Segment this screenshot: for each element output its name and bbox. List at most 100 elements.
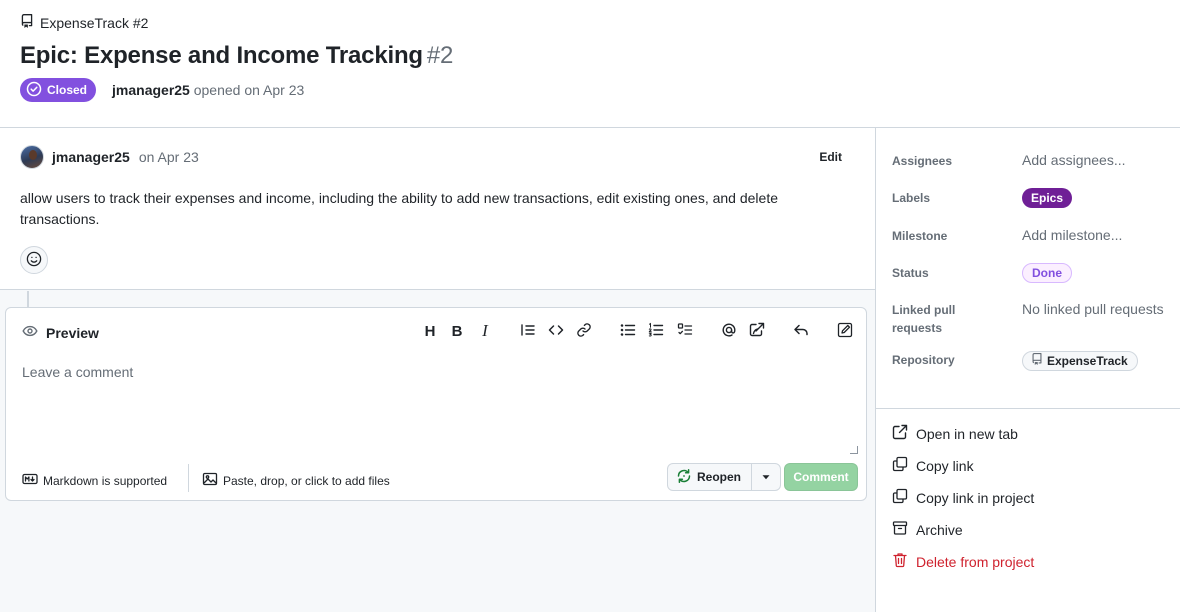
repo-breadcrumb[interactable]: ExpenseTrack #2	[20, 14, 148, 31]
numbered-list-icon	[648, 322, 664, 341]
cross-reference-icon	[749, 322, 765, 341]
attach-files-button[interactable]: Paste, drop, or click to add files	[202, 471, 390, 490]
open-in-new-tab-action[interactable]: Open in new tab	[892, 424, 1018, 443]
link-button[interactable]	[574, 321, 594, 341]
copy-icon	[892, 456, 908, 475]
saved-replies-button[interactable]	[791, 321, 811, 341]
reopen-options-button[interactable]	[752, 464, 780, 490]
bullet-list-icon	[620, 322, 636, 341]
main-column: jmanager25 on Apr 23 Edit allow users to…	[0, 128, 876, 612]
comment-input[interactable]: Leave a comment	[6, 354, 866, 458]
status-value[interactable]: Done	[1022, 263, 1072, 283]
add-reaction-button[interactable]	[20, 246, 48, 274]
check-circle-icon	[26, 81, 42, 100]
repository-chip[interactable]: ExpenseTrack	[1022, 351, 1138, 371]
copy-link-label: Copy link	[916, 457, 974, 474]
ordered-list-button[interactable]	[646, 321, 666, 341]
reference-button[interactable]	[747, 321, 767, 341]
copy-link-in-project-label: Copy link in project	[916, 489, 1035, 506]
edit-square-icon	[837, 322, 853, 341]
repository-label: Repository	[892, 353, 955, 367]
status-label: Status	[892, 266, 929, 280]
labels-value[interactable]: Epics	[1022, 188, 1073, 208]
bold-button[interactable]: B	[447, 321, 467, 341]
status-badge-label: Closed	[47, 83, 88, 97]
repository-chip-label: ExpenseTrack	[1047, 354, 1128, 368]
delete-from-project-action[interactable]: Delete from project	[892, 552, 1034, 571]
copy-icon	[892, 488, 908, 507]
link-icon	[576, 322, 592, 341]
quote-icon	[520, 322, 536, 341]
heading-button[interactable]: H	[420, 321, 440, 341]
sidebar: Assignees Add assignees... Labels Epics …	[876, 128, 1180, 612]
footer-divider	[188, 464, 189, 492]
repo-crumb-text[interactable]: ExpenseTrack #2	[40, 15, 148, 31]
labels-label: Labels	[892, 191, 931, 205]
comment-button[interactable]: Comment	[784, 463, 858, 491]
copy-link-in-project-action[interactable]: Copy link in project	[892, 488, 1034, 507]
milestone-value[interactable]: Add milestone...	[1022, 227, 1122, 243]
tab-preview[interactable]: Preview	[22, 323, 99, 342]
repository-value[interactable]: ExpenseTrack	[1022, 351, 1138, 371]
timeline-line	[27, 291, 29, 307]
reopen-button[interactable]: Reopen	[668, 464, 753, 490]
fullscreen-button[interactable]	[835, 321, 855, 341]
markdown-icon	[22, 471, 38, 490]
resize-handle[interactable]	[850, 446, 858, 454]
delete-from-project-label: Delete from project	[916, 553, 1035, 570]
eye-icon	[22, 323, 38, 342]
repo-icon	[1031, 353, 1043, 369]
author-name[interactable]: jmanager25	[52, 149, 130, 165]
reply-icon	[793, 322, 809, 341]
quote-button[interactable]	[518, 321, 538, 341]
repo-icon	[20, 14, 34, 31]
status-badge: Closed	[20, 78, 97, 102]
issue-header: ExpenseTrack #2 Epic: Expense and Income…	[0, 0, 1180, 128]
attach-files-label: Paste, drop, or click to add files	[223, 473, 390, 488]
page-title: Epic: Expense and Income Tracking #2	[20, 42, 453, 70]
code-icon	[548, 322, 564, 341]
composer-footer: Markdown is supported Paste, drop, or cl…	[6, 458, 866, 500]
mention-button[interactable]	[719, 321, 739, 341]
assignees-value[interactable]: Add assignees...	[1022, 152, 1126, 168]
linked-prs-label: Linked pull requests	[892, 303, 956, 335]
archive-icon	[892, 520, 908, 539]
edit-button[interactable]: Edit	[819, 150, 842, 164]
author-date: on Apr 23	[138, 149, 199, 165]
opened-by: jmanager25 opened on Apr 23	[112, 82, 304, 98]
trash-icon	[892, 552, 908, 571]
code-button[interactable]	[546, 321, 566, 341]
status-done-badge[interactable]: Done	[1022, 263, 1072, 283]
reopen-label: Reopen	[697, 470, 742, 484]
issue-description: allow users to track their expenses and …	[20, 190, 778, 227]
unordered-list-button[interactable]	[618, 321, 638, 341]
label-epics[interactable]: Epics	[1022, 188, 1073, 208]
copy-link-action[interactable]: Copy link	[892, 456, 974, 475]
issue-title: Epic: Expense and Income Tracking	[20, 42, 423, 69]
reopen-button-group: Reopen	[667, 463, 782, 491]
linked-prs-value[interactable]: No linked pull requests	[1022, 301, 1164, 317]
task-list-icon	[677, 322, 693, 341]
task-list-button[interactable]	[675, 321, 695, 341]
image-icon	[202, 471, 218, 490]
sidebar-properties: Assignees Add assignees... Labels Epics …	[876, 128, 1180, 409]
avatar[interactable]	[20, 145, 44, 169]
tab-preview-label: Preview	[46, 324, 99, 341]
issue-body: jmanager25 on Apr 23 Edit allow users to…	[0, 128, 875, 290]
open-in-new-tab-label: Open in new tab	[916, 425, 1018, 442]
issue-reopened-icon	[676, 468, 692, 487]
italic-button[interactable]: I	[475, 321, 495, 341]
mention-icon	[721, 322, 737, 341]
smiley-icon	[26, 251, 42, 270]
opener-user-link[interactable]: jmanager25	[112, 82, 190, 98]
opened-text: opened on Apr 23	[193, 82, 305, 98]
archive-action[interactable]: Archive	[892, 520, 963, 539]
assignees-label: Assignees	[892, 154, 953, 168]
author-row: jmanager25 on Apr 23	[20, 145, 199, 169]
markdown-note-label: Markdown is supported	[43, 473, 168, 488]
external-link-icon	[892, 424, 908, 443]
markdown-note[interactable]: Markdown is supported	[22, 471, 167, 490]
milestone-label: Milestone	[892, 229, 948, 243]
archive-label: Archive	[916, 521, 963, 538]
composer-toolbar: Preview H B I	[6, 308, 866, 354]
